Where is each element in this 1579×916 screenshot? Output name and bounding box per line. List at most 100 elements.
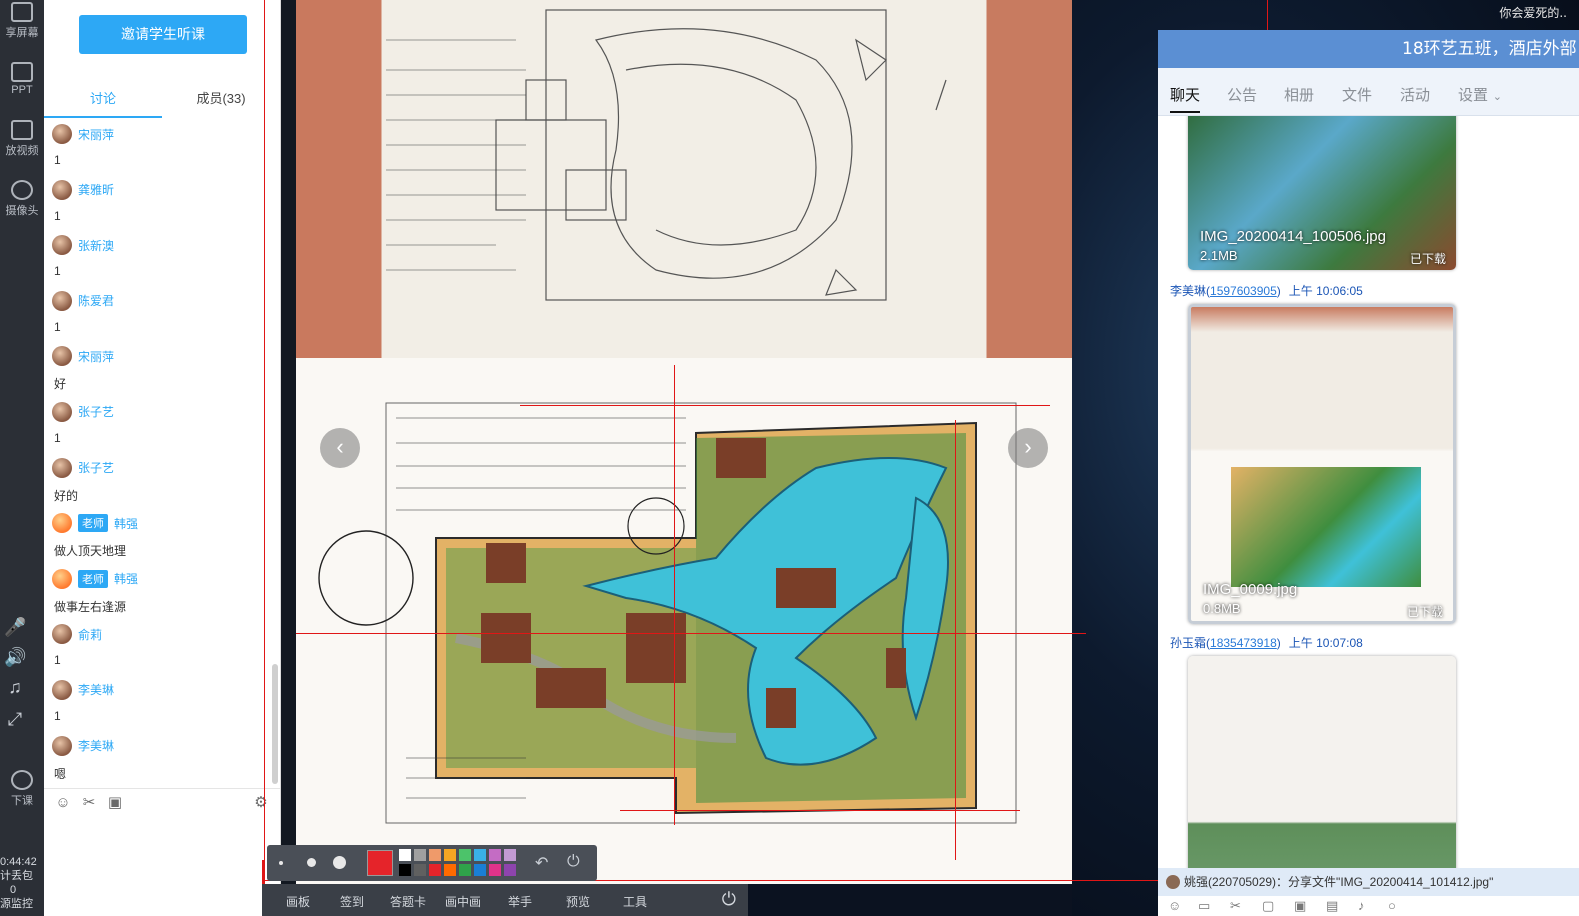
color-swatch[interactable] bbox=[429, 849, 441, 861]
image-message-card[interactable]: IMG_20200414_100506.jpg 2.1MB 已下载 bbox=[1188, 116, 1456, 270]
avatar[interactable] bbox=[52, 124, 72, 144]
sender-name[interactable]: 陈爱君 bbox=[78, 292, 114, 309]
image-icon[interactable]: ▣ bbox=[1294, 898, 1306, 914]
color-swatch[interactable] bbox=[504, 849, 516, 861]
sender-name[interactable]: 韩强 bbox=[114, 515, 138, 532]
tab-album[interactable]: 相册 bbox=[1284, 84, 1314, 105]
image-preview-colored-plan bbox=[1231, 467, 1421, 587]
undo-icon[interactable]: ↶ bbox=[535, 853, 548, 873]
more-icon[interactable]: ○ bbox=[1388, 898, 1396, 913]
music-icon[interactable]: ♫ bbox=[4, 676, 26, 698]
tab-activities[interactable]: 活动 bbox=[1400, 84, 1430, 105]
sender-qq[interactable]: 1835473918 bbox=[1210, 636, 1277, 650]
color-swatch[interactable] bbox=[459, 864, 471, 876]
avatar[interactable] bbox=[52, 624, 72, 645]
sign-in-button[interactable]: 签到 bbox=[340, 893, 364, 910]
answer-card-button[interactable]: 答题卡 bbox=[390, 893, 426, 910]
picture-in-picture-button[interactable]: 画中画 bbox=[445, 893, 481, 910]
sender-name[interactable]: 张子艺 bbox=[78, 459, 114, 476]
color-swatch[interactable] bbox=[399, 864, 411, 876]
pen-size-small[interactable] bbox=[279, 861, 283, 865]
emoji-icon[interactable]: ☺ bbox=[1168, 898, 1181, 913]
annotation-line bbox=[520, 405, 1050, 406]
color-swatch[interactable] bbox=[474, 849, 486, 861]
sender-name[interactable]: 孙玉霜 bbox=[1170, 636, 1206, 650]
play-video-button[interactable]: 放视频 bbox=[0, 120, 44, 158]
file-share-notification[interactable]: 姚强(220705029)：分享文件"IMG_20200414_101412.j… bbox=[1158, 868, 1579, 896]
color-swatch[interactable] bbox=[444, 849, 456, 861]
sender-name[interactable]: 韩强 bbox=[114, 570, 138, 587]
color-swatch[interactable] bbox=[444, 864, 456, 876]
power-icon[interactable]: ⏻ bbox=[722, 889, 736, 910]
tab-files[interactable]: 文件 bbox=[1342, 84, 1372, 105]
color-swatch[interactable] bbox=[489, 849, 501, 861]
invite-students-button[interactable]: 邀请学生听课 bbox=[79, 15, 247, 54]
color-swatch[interactable] bbox=[504, 864, 516, 876]
tab-members[interactable]: 成员(33) bbox=[162, 88, 280, 118]
avatar[interactable] bbox=[52, 401, 72, 422]
picture-icon[interactable]: ▤ bbox=[1326, 898, 1338, 914]
image-icon[interactable]: ▣ bbox=[106, 794, 124, 812]
tab-settings[interactable]: 设置 ⌄ bbox=[1458, 84, 1502, 105]
share-screen-button[interactable]: 享屏幕 bbox=[0, 2, 44, 40]
color-swatch[interactable] bbox=[399, 849, 411, 861]
avatar[interactable] bbox=[52, 179, 72, 200]
avatar[interactable] bbox=[52, 735, 72, 756]
sender-name[interactable]: 李美琳 bbox=[78, 681, 114, 698]
avatar[interactable] bbox=[52, 513, 72, 534]
current-color-swatch[interactable] bbox=[367, 850, 393, 876]
color-swatch[interactable] bbox=[459, 849, 471, 861]
avatar[interactable] bbox=[52, 568, 72, 589]
gif-icon[interactable]: ▭ bbox=[1198, 898, 1210, 914]
fullscreen-icon[interactable]: ⤢ bbox=[4, 708, 26, 730]
sender-name[interactable]: 张子艺 bbox=[78, 403, 114, 420]
file-name: IMG_20200414_100506.jpg bbox=[1200, 228, 1386, 245]
sender-qq[interactable]: 1597603905 bbox=[1210, 284, 1277, 298]
sender-name[interactable]: 张新澳 bbox=[78, 237, 114, 254]
power-icon[interactable]: ⏻ bbox=[567, 853, 580, 871]
scissors-icon[interactable]: ✂ bbox=[1230, 898, 1241, 914]
tab-announcement[interactable]: 公告 bbox=[1227, 84, 1257, 105]
preview-button[interactable]: 预览 bbox=[566, 893, 590, 910]
image-message-card[interactable] bbox=[1188, 656, 1456, 872]
sender-name[interactable]: 俞莉 bbox=[78, 626, 102, 643]
color-swatch[interactable] bbox=[429, 864, 441, 876]
tab-chat[interactable]: 聊天 bbox=[1170, 84, 1201, 113]
file-size: 0.8MB bbox=[1203, 601, 1241, 616]
ppt-button[interactable]: PPT bbox=[0, 62, 44, 96]
raise-hand-button[interactable]: 举手 bbox=[508, 893, 532, 910]
message-scrollbar[interactable] bbox=[272, 664, 278, 784]
color-swatch[interactable] bbox=[414, 849, 426, 861]
avatar[interactable] bbox=[52, 679, 72, 700]
previous-image-button[interactable]: ‹ bbox=[320, 428, 360, 468]
avatar[interactable] bbox=[52, 235, 72, 256]
message-text: 1 bbox=[54, 208, 61, 223]
microphone-icon[interactable]: 🎤 bbox=[4, 616, 26, 638]
color-swatch[interactable] bbox=[489, 864, 501, 876]
sender-name[interactable]: 宋丽萍 bbox=[78, 126, 114, 143]
sender-name[interactable]: 李美琳 bbox=[1170, 284, 1206, 298]
camera-button[interactable]: 摄像头 bbox=[0, 180, 44, 218]
whiteboard-button[interactable]: 画板 bbox=[286, 893, 310, 910]
scissors-icon[interactable]: ✂ bbox=[80, 794, 98, 812]
color-swatch[interactable] bbox=[474, 864, 486, 876]
avatar[interactable] bbox=[52, 290, 72, 311]
color-swatch[interactable] bbox=[414, 864, 426, 876]
tab-discussion[interactable]: 讨论 bbox=[44, 88, 162, 118]
avatar[interactable] bbox=[52, 346, 72, 367]
speaker-icon[interactable]: 🔊 bbox=[4, 646, 26, 668]
next-image-button[interactable]: › bbox=[1008, 428, 1048, 468]
gear-icon[interactable]: ⚙ bbox=[252, 794, 270, 812]
image-message-card[interactable]: IMG_0009.jpg 0.8MB 已下载 bbox=[1188, 304, 1456, 624]
sender-name[interactable]: 李美琳 bbox=[78, 737, 114, 754]
end-class-button[interactable]: 下课 bbox=[0, 770, 44, 808]
avatar[interactable] bbox=[52, 457, 72, 478]
sender-name[interactable]: 宋丽萍 bbox=[78, 348, 114, 365]
pen-size-medium[interactable] bbox=[307, 858, 316, 867]
pen-size-large[interactable] bbox=[333, 856, 346, 869]
folder-icon[interactable]: ▢ bbox=[1262, 898, 1274, 914]
sender-name[interactable]: 龚雅昕 bbox=[78, 181, 114, 198]
music-icon[interactable]: ♪ bbox=[1358, 898, 1365, 913]
emoji-icon[interactable]: ☺ bbox=[54, 794, 72, 812]
tools-button[interactable]: 工具 bbox=[623, 893, 647, 910]
